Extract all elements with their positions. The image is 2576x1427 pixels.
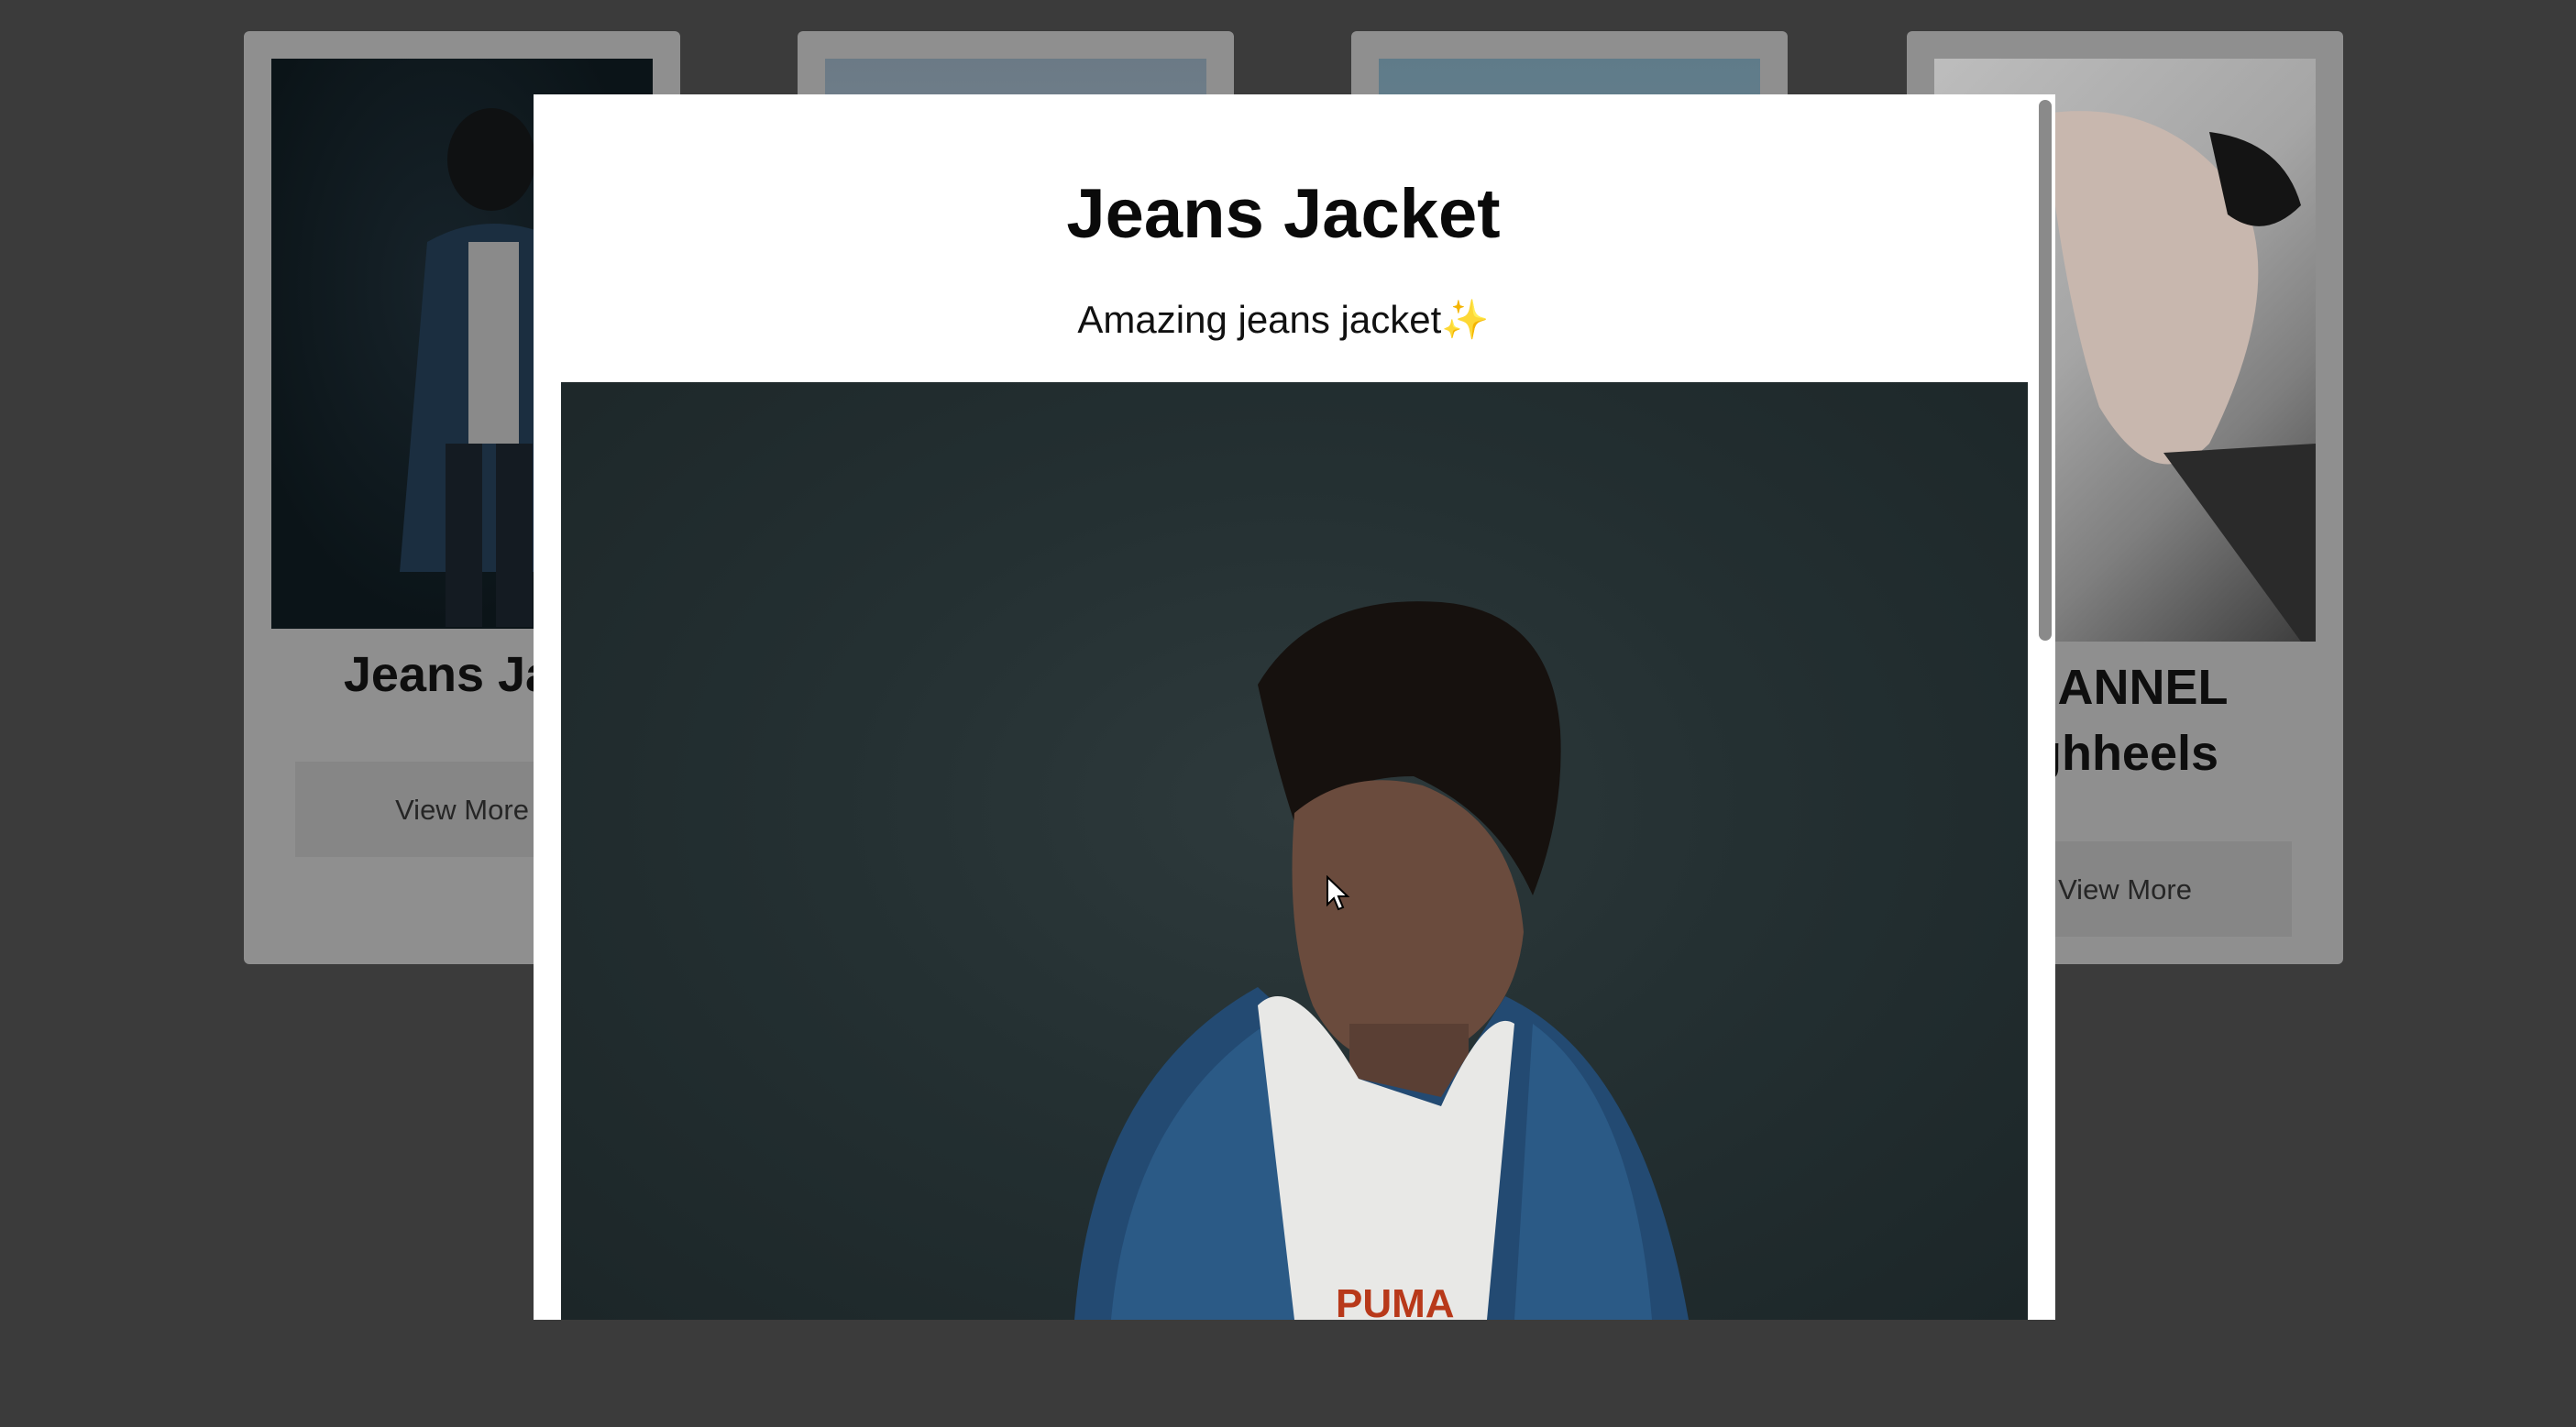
page: Jeans Jac View More HANNEL ghheels View … <box>0 0 2576 1427</box>
modal-description: Amazing jeans jacket✨ <box>1077 298 1490 341</box>
mouse-cursor-icon <box>1327 875 1350 911</box>
modal-product-image: PUMA <box>561 382 2028 1320</box>
scrollbar-thumb[interactable] <box>2039 100 2052 641</box>
product-modal[interactable]: Jeans Jacket Amazing jeans jacket✨ PUMA <box>534 94 2055 1320</box>
modal-title: Jeans Jacket <box>1066 175 1501 253</box>
modal-scrollbar[interactable] <box>2033 94 2055 1320</box>
svg-text:PUMA: PUMA <box>1336 1281 1455 1320</box>
jeans-jacket-photo-icon: PUMA <box>1074 601 1689 1320</box>
